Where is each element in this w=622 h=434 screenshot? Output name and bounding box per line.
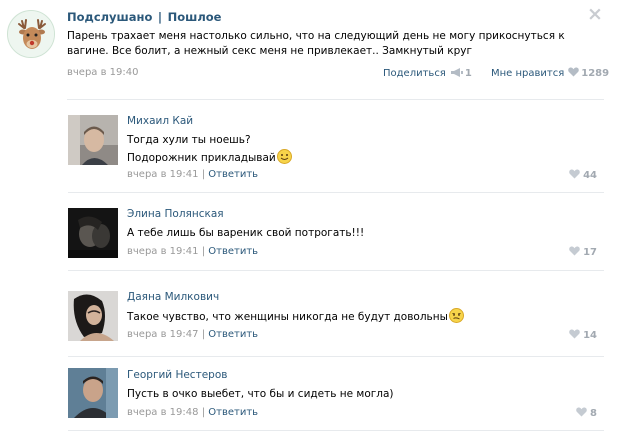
reply-link[interactable]: Ответить (208, 329, 258, 340)
like-count: 8 (590, 408, 597, 419)
comment-text: Пусть в очко выебет, что бы и сидеть не … (127, 386, 587, 403)
share-button[interactable]: Поделиться 1 (383, 68, 472, 79)
post-time[interactable]: вчера в 19:40 (67, 67, 139, 78)
like-count: 14 (583, 330, 597, 341)
meta-separator: | (201, 407, 206, 418)
group-avatar[interactable] (7, 10, 55, 58)
share-label: Поделиться (383, 68, 446, 79)
comment: Михаил Кай Тогда хули ты ноешь? Подорожн… (0, 108, 622, 190)
group-name-link[interactable]: Подслушано (67, 10, 152, 24)
comment-time[interactable]: вчера в 19:41 (127, 246, 199, 257)
share-count: 1 (464, 68, 472, 79)
comment-line-wrap: Такое чувство, что женщины никогда не бу… (127, 308, 587, 326)
comment-author[interactable]: Элина Полянская (127, 208, 224, 220)
comment-author[interactable]: Михаил Кай (127, 115, 193, 127)
like-button[interactable]: Мне нравится 1289 (491, 67, 609, 79)
comment-like-button[interactable]: 14 (569, 329, 597, 341)
comment-like-button[interactable]: 44 (569, 169, 597, 181)
comment-time[interactable]: вчера в 19:48 (127, 407, 199, 418)
comment-author[interactable]: Даяна Милкович (127, 291, 219, 303)
comment-meta: вчера в 19:48 | Ответить (127, 407, 258, 418)
heart-icon (569, 329, 580, 339)
meta-separator: | (201, 329, 206, 340)
meta-separator: | (201, 246, 206, 257)
heart-icon (569, 246, 580, 256)
divider (68, 192, 604, 193)
comment-line: Пусть в очко выебет, что бы и сидеть не … (127, 388, 394, 400)
avatar[interactable] (68, 368, 118, 418)
comment-like-button[interactable]: 8 (576, 407, 597, 419)
like-count: 44 (583, 170, 597, 181)
meta-separator: | (201, 169, 206, 180)
avatar[interactable] (68, 115, 118, 165)
comment-time[interactable]: вчера в 19:47 (127, 329, 199, 340)
header-separator: | (157, 10, 163, 24)
deer-icon (8, 11, 54, 57)
comment-line: Тогда хули ты ноешь? (127, 134, 251, 146)
reply-link[interactable]: Ответить (208, 246, 258, 257)
comment-meta: вчера в 19:47 | Ответить (127, 329, 258, 340)
like-count: 1289 (581, 68, 610, 79)
like-count: 17 (583, 247, 597, 258)
comment-time[interactable]: вчера в 19:41 (127, 169, 199, 180)
user-photo-icon (68, 208, 118, 258)
comment-author[interactable]: Георгий Нестеров (127, 369, 227, 381)
avatar[interactable] (68, 208, 118, 258)
post-text: Парень трахает меня настолько сильно, чт… (67, 30, 565, 57)
comment-meta: вчера в 19:41 | Ответить (127, 169, 258, 180)
comment: Георгий Нестеров Пусть в очко выебет, чт… (0, 362, 622, 434)
divider (68, 430, 604, 431)
heart-icon (568, 67, 580, 77)
comment-text: Такое чувство, что женщины никогда не бу… (127, 308, 587, 326)
smile-emoji-icon (276, 149, 292, 164)
divider (67, 99, 604, 100)
user-photo-icon (68, 368, 118, 418)
close-icon[interactable]: × (586, 5, 604, 24)
post-actions: Поделиться 1 Мне нравится 1289 (383, 67, 609, 79)
megaphone-icon (450, 68, 463, 77)
comment-text: А тебе лишь бы вареник свой потрогать!!! (127, 225, 587, 242)
like-label: Мне нравится (490, 68, 565, 79)
heart-icon (576, 407, 587, 417)
post: Подслушано | Пошлое × Парень трахает мен… (0, 0, 622, 96)
comment-line: А тебе лишь бы вареник свой потрогать!!! (127, 227, 365, 239)
category-link[interactable]: Пошлое (168, 10, 222, 24)
reply-link[interactable]: Ответить (208, 407, 258, 418)
wry-emoji-icon (448, 308, 464, 323)
reply-link[interactable]: Ответить (208, 169, 258, 180)
comment-meta: вчера в 19:41 | Ответить (127, 246, 258, 257)
comment-line: Подорожник прикладывай (127, 152, 276, 164)
comment-text: Тогда хули ты ноешь? Подорожник приклады… (127, 132, 587, 167)
user-photo-icon (68, 291, 118, 341)
comment-like-button[interactable]: 17 (569, 246, 597, 258)
user-photo-icon (68, 115, 118, 165)
post-header: Подслушано | Пошлое (67, 10, 221, 24)
comment-line: Такое чувство, что женщины никогда не бу… (127, 311, 448, 323)
comment-line-wrap: Подорожник прикладывай (127, 149, 587, 167)
divider (68, 270, 604, 271)
comment: Даяна Милкович Такое чувство, что женщин… (0, 283, 622, 365)
avatar[interactable] (68, 291, 118, 341)
heart-icon (569, 169, 580, 179)
divider (68, 356, 604, 357)
